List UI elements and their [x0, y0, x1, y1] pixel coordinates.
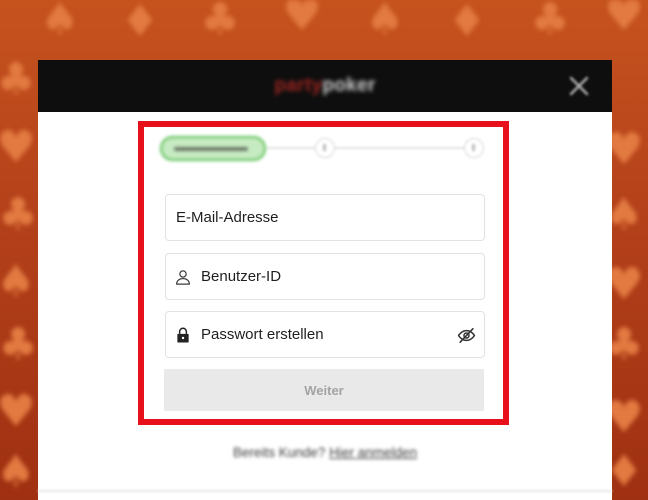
- page-background: partypoker: [0, 0, 648, 500]
- spade-icon: [0, 450, 36, 494]
- close-icon: [569, 76, 589, 96]
- modal-header: partypoker: [38, 60, 612, 112]
- highlight-frame: [138, 121, 509, 425]
- heart-icon: [604, 0, 643, 38]
- logo-part-party: party: [274, 75, 323, 96]
- diamond-icon: [447, 0, 486, 44]
- login-prompt-text: Bereits Kunde?: [232, 445, 326, 460]
- club-icon: [0, 58, 36, 102]
- close-button[interactable]: [569, 76, 589, 96]
- heart-icon: [0, 390, 36, 434]
- login-prompt: Bereits Kunde? Hier anmelden: [138, 445, 512, 461]
- club-icon: [0, 193, 38, 237]
- heart-icon: [282, 0, 321, 38]
- club-icon: [200, 0, 239, 42]
- spade-icon: [40, 0, 79, 42]
- login-link[interactable]: Hier anmelden: [329, 445, 417, 460]
- spade-icon: [365, 0, 404, 42]
- diamond-icon: [120, 0, 159, 44]
- spade-icon: [0, 260, 36, 304]
- logo-part-poker: poker: [322, 75, 376, 96]
- footer-divider: [38, 490, 612, 492]
- club-icon: [530, 0, 569, 42]
- brand-logo: partypoker: [38, 60, 612, 112]
- club-icon: [0, 323, 38, 367]
- heart-icon: [0, 126, 36, 170]
